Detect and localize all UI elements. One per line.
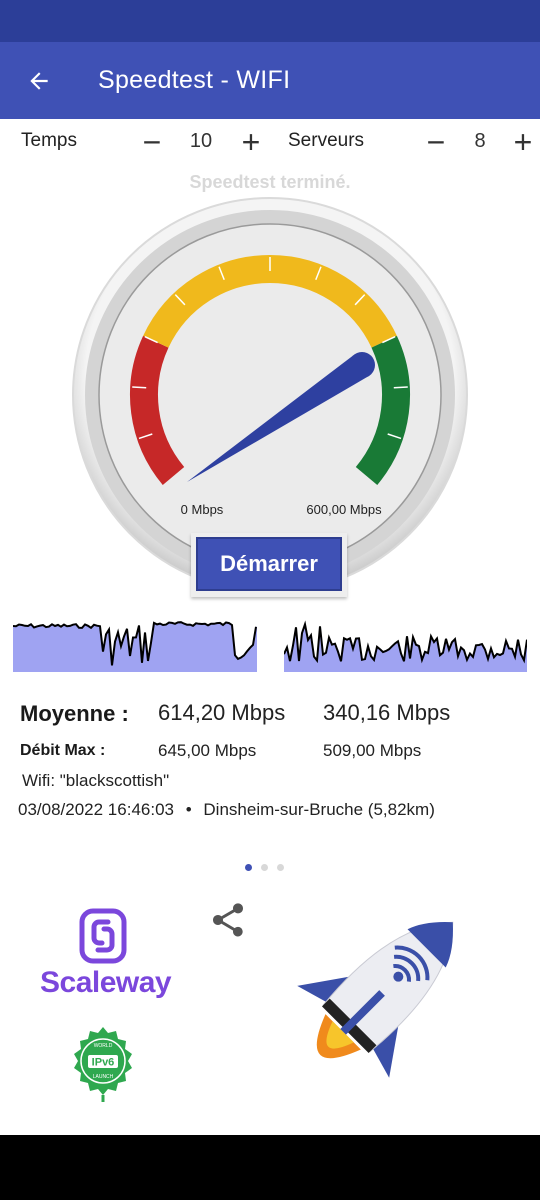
max-upload-value: 509,00 Mbps (323, 741, 422, 760)
servers-increase-button[interactable]: + (508, 126, 538, 158)
share-icon[interactable] (208, 900, 248, 940)
gauge-max-label: 600,00 Mbps (306, 502, 382, 517)
upload-graph (284, 620, 527, 672)
page-dot[interactable] (261, 864, 268, 871)
arrow-left-icon (30, 71, 48, 90)
gauge-min-label: 0 Mbps (181, 502, 224, 517)
download-graph-area (13, 622, 257, 672)
rocket-icon (297, 921, 454, 1078)
page-dot[interactable] (245, 864, 252, 871)
system-nav-bar (0, 1135, 540, 1200)
scaleway-logo-icon[interactable] (78, 908, 128, 964)
page-dot[interactable] (277, 864, 284, 871)
page-indicator (245, 864, 284, 871)
wifi-name: Wifi: "blackscottish" (22, 771, 170, 790)
status-message: Speedtest terminé. (189, 172, 351, 192)
back-button[interactable] (18, 60, 60, 102)
ipv6-top-text: WORLD (94, 1043, 113, 1049)
servers-decrease-button[interactable]: − (421, 126, 451, 158)
time-label: Temps (21, 130, 77, 151)
scaleway-wordmark: Scaleway (40, 966, 172, 999)
max-download-value: 645,00 Mbps (158, 741, 257, 760)
test-server: Dinsheim-sur-Bruche (5,82km) (203, 800, 435, 819)
max-label: Débit Max : (20, 742, 106, 759)
start-button[interactable]: Démarrer (191, 533, 347, 597)
start-button-label: Démarrer (196, 537, 342, 591)
status-bar (0, 0, 540, 42)
separator-dot: • (185, 800, 192, 819)
average-upload-value: 340,16 Mbps (323, 700, 451, 725)
average-download-value: 614,20 Mbps (158, 700, 286, 725)
time-decrease-button[interactable]: − (137, 126, 167, 158)
time-value: 10 (189, 130, 213, 152)
page-title: Speedtest - WIFI (98, 66, 291, 94)
test-settings-row: Temps − 10 + Serveurs − 8 + (0, 124, 540, 164)
app-bar: Speedtest - WIFI (0, 42, 540, 119)
gauge-tick (132, 386, 147, 389)
time-increase-button[interactable]: + (236, 126, 266, 158)
gauge-needle-tip (349, 352, 375, 378)
ipv6-bottom-text: LAUNCH (93, 1074, 114, 1080)
gauge-tick (393, 386, 408, 389)
test-info-line: 03/08/2022 16:46:03 • Dinsheim-sur-Bruch… (18, 800, 435, 820)
servers-value: 8 (474, 130, 486, 152)
average-label: Moyenne : (20, 701, 129, 726)
test-date: 03/08/2022 16:46:03 (18, 800, 174, 819)
ipv6-label: IPv6 (92, 1057, 115, 1069)
servers-label: Serveurs (288, 130, 365, 151)
ipv6-badge-icon: WORLD IPv6 LAUNCH (74, 1027, 132, 1102)
download-graph (13, 621, 257, 672)
